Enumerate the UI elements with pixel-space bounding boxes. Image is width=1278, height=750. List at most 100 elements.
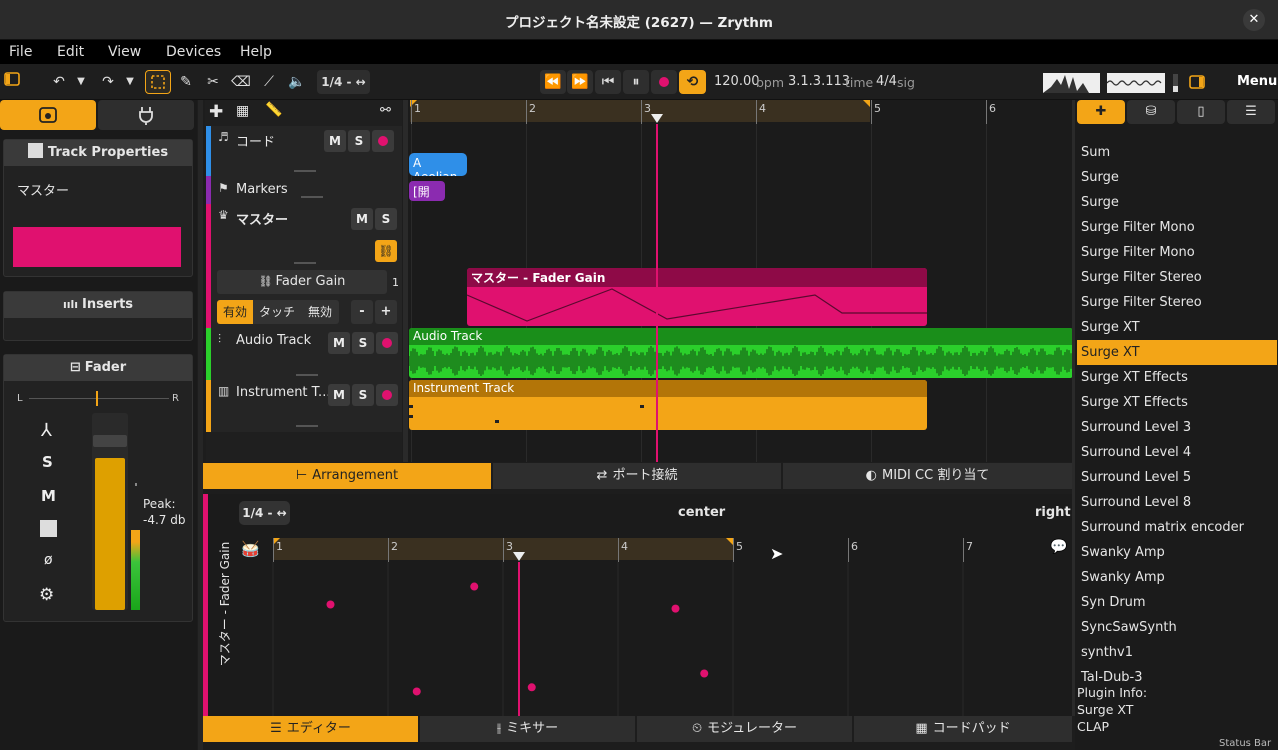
solo-button[interactable]: S <box>348 130 370 152</box>
left-panel-splitter[interactable] <box>198 100 203 750</box>
chord-region[interactable]: A Aeolian <box>409 153 467 176</box>
toggle-button[interactable]: ⚯ <box>380 103 391 118</box>
plugin-list-item[interactable]: Surround Level 3 <box>1077 415 1277 440</box>
rewind-button[interactable]: ⏪ <box>540 70 566 94</box>
marker-region[interactable]: [開始] <box>409 181 445 201</box>
instrument-region[interactable]: Instrument Track <box>409 380 927 430</box>
editor-ruler[interactable]: 1 2 3 4 5 6 7 <box>271 538 1051 562</box>
record-button[interactable] <box>651 70 677 94</box>
automation-point[interactable] <box>700 669 709 678</box>
track-master[interactable]: ♛ マスター M S ⛓ ⛓ Fader Gain 1 有効 タッチ 無効 - + <box>206 204 402 328</box>
erase-tool-button[interactable]: ⌫ <box>230 70 252 94</box>
mono-compat-icon[interactable]: ⅄ <box>41 420 52 441</box>
arranger[interactable]: 1 2 3 4 5 6 A Aeolian [開始] マスター - Fader … <box>408 100 1072 462</box>
track-markers[interactable]: ⚑ Markers <box>206 176 402 204</box>
automation-lane-selector[interactable]: ⛓ Fader Gain <box>217 270 387 294</box>
automation-editor[interactable]: マスター - Fader Gain 1/4 - ↔ center right 🥁… <box>203 494 1072 716</box>
track-chord[interactable]: ♬ コード M S <box>206 126 402 176</box>
tab-mixer[interactable]: ⫲ ミキサー <box>420 716 635 742</box>
plugin-list-item[interactable]: Tal-Dub-3 <box>1077 665 1277 681</box>
mute-button[interactable]: M <box>351 208 373 230</box>
ruler-tool-button[interactable]: 📏 <box>265 102 282 118</box>
automation-point[interactable] <box>527 683 536 692</box>
plugin-list-item[interactable]: Surge XT Effects <box>1077 365 1277 390</box>
pause-button[interactable]: ⏸ <box>623 70 649 94</box>
ramp-tool-button[interactable]: ⟋ <box>258 70 280 94</box>
inserts-header[interactable]: ıılı Inserts <box>4 292 192 318</box>
loop-range[interactable] <box>410 100 870 122</box>
show-automation-button[interactable]: ⛓ <box>375 240 397 262</box>
automation-point[interactable] <box>412 687 421 696</box>
tab-editor[interactable]: ☰ エディター <box>203 716 418 742</box>
bpm-value[interactable]: 120.00 <box>714 74 760 89</box>
track-resize-handle[interactable] <box>296 374 318 376</box>
track-resize-handle[interactable] <box>301 196 323 198</box>
track-name-field[interactable]: マスター <box>17 180 69 199</box>
midi-note[interactable] <box>495 420 499 423</box>
tab-chord-pad[interactable]: ▦ コードパッド <box>854 716 1072 742</box>
add-automation-lane-button[interactable]: + <box>375 300 397 324</box>
plugin-list-item[interactable]: Surge <box>1077 190 1277 215</box>
toggle-right-panel-button[interactable] <box>1186 70 1208 94</box>
close-button[interactable]: ✕ <box>1243 9 1265 31</box>
record-arm-button[interactable] <box>372 130 394 152</box>
solo-button[interactable]: S <box>42 453 53 471</box>
menu-file[interactable]: File <box>9 44 32 60</box>
plugin-list-item[interactable]: Surround Level 4 <box>1077 440 1277 465</box>
plugin-list-item[interactable]: Surround Level 5 <box>1077 465 1277 490</box>
plugin-list-item[interactable]: Swanky Amp <box>1077 540 1277 565</box>
time-value[interactable]: 3.1.3.113 <box>788 74 850 89</box>
plugin-list-item[interactable]: Swanky Amp <box>1077 565 1277 590</box>
menu-view[interactable]: View <box>108 44 141 60</box>
tab-port-connections[interactable]: ⇄ ポート接続 <box>493 463 781 489</box>
timeline-ruler[interactable]: 1 2 3 4 5 6 <box>408 100 1072 124</box>
tab-plugin-inspector[interactable] <box>98 100 194 130</box>
track-resize-handle[interactable] <box>294 170 316 172</box>
tab-modulator[interactable]: ⏲ モジュレーター <box>637 716 852 742</box>
drum-icon[interactable]: 🥁 <box>241 540 260 558</box>
plugin-list-item[interactable]: Surge <box>1077 165 1277 190</box>
menu-devices[interactable]: Devices <box>166 44 221 60</box>
plugin-list-item[interactable]: Sum <box>1077 141 1277 165</box>
loop-button[interactable]: ⟲ <box>679 70 706 94</box>
add-track-button[interactable]: ✚ <box>209 102 223 122</box>
tab-track-inspector[interactable] <box>0 100 96 130</box>
phase-invert-button[interactable]: ø <box>44 552 53 568</box>
tab-arrangement[interactable]: ⊢ Arrangement <box>203 463 491 489</box>
plugin-list-item[interactable]: Syn Drum <box>1077 590 1277 615</box>
record-arm-button[interactable] <box>376 332 398 354</box>
plugin-list-item[interactable]: Surge Filter Mono <box>1077 240 1277 265</box>
remove-automation-lane-button[interactable]: - <box>351 300 373 324</box>
track-properties-header[interactable]: Track Properties <box>4 140 192 166</box>
track-instrument[interactable]: ▥ Instrument T... M S <box>206 380 402 432</box>
right-panel-splitter[interactable] <box>1072 100 1075 716</box>
menu-edit[interactable]: Edit <box>57 44 84 60</box>
plugin-list-item[interactable]: Surge XT <box>1077 340 1277 365</box>
main-menu-button[interactable]: Menu <box>1237 74 1277 89</box>
select-tool-button[interactable] <box>145 70 171 94</box>
automation-mode-on[interactable]: 有効 <box>217 300 253 324</box>
automation-point[interactable] <box>671 604 680 613</box>
loop-end-marker[interactable] <box>863 100 870 107</box>
midi-note[interactable] <box>409 405 413 408</box>
track-resize-handle[interactable] <box>296 425 318 427</box>
record-arm-button[interactable] <box>40 520 57 537</box>
plugin-list-item[interactable]: Surge XT Effects <box>1077 390 1277 415</box>
go-to-start-button[interactable]: ⏮ <box>595 70 621 94</box>
mute-button[interactable]: M <box>41 487 56 505</box>
solo-button[interactable]: S <box>352 384 374 406</box>
gear-icon[interactable]: ⚙ <box>39 585 54 605</box>
solo-button[interactable]: S <box>375 208 397 230</box>
plugin-list-item[interactable]: Surround Level 8 <box>1077 490 1277 515</box>
undo-menu-button[interactable]: ▼ <box>73 70 89 94</box>
comment-icon[interactable]: 💬 <box>1050 539 1067 555</box>
mute-button[interactable]: M <box>324 130 346 152</box>
plugin-list-item[interactable]: Surround matrix encoder <box>1077 515 1277 540</box>
undo-button[interactable]: ↶ <box>47 70 71 94</box>
pan-handle[interactable] <box>96 391 98 406</box>
cut-tool-button[interactable]: ✂ <box>202 70 224 94</box>
track-audio[interactable]: ⫶ Audio Track M S <box>206 328 402 380</box>
plugin-list-item[interactable]: Surge Filter Mono <box>1077 215 1277 240</box>
playhead-marker-icon[interactable] <box>651 114 663 123</box>
fader-header[interactable]: ⊟ Fader <box>4 355 192 381</box>
